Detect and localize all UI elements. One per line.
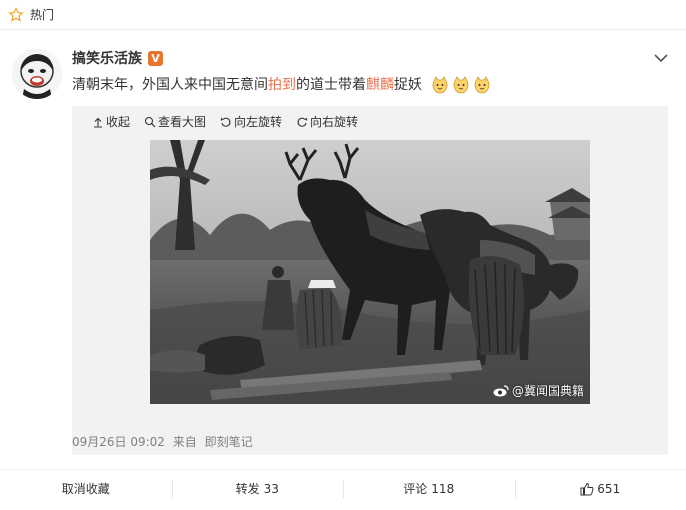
rotate-right-label: 向右旋转: [310, 115, 359, 129]
magnifier-icon: [144, 116, 156, 127]
arrow-up-icon: [94, 117, 102, 128]
post-card: 搞笑乐活族 V 清朝末年，外国人来中国无意间 拍到 的道士带着 麒麟 捉妖 收起…: [0, 31, 686, 469]
emoji-cat-icon: [453, 76, 469, 94]
emoji-cat-icon: [474, 76, 490, 94]
media-box: 收起 查看大图 向左旋转 向右旋转 @冀闻国典籍: [72, 106, 668, 455]
weibo-logo-icon: [493, 384, 509, 396]
hot-label: 热门: [30, 8, 55, 22]
photo-watermark: @冀闻国典籍: [493, 382, 584, 399]
weibo-page: 热门 搞笑乐活族 V 清朝末年，外国人来中国无意间 拍到 的道士带着 麒麟 捉妖…: [0, 0, 686, 510]
comment-label: 评论: [403, 482, 428, 496]
collapse-label: 收起: [106, 115, 131, 129]
uncollect-label: 取消收藏: [61, 482, 110, 496]
post-text: 清朝末年，外国人来中国无意间 拍到 的道士带着 麒麟 捉妖: [72, 73, 491, 97]
uncollect-button[interactable]: 取消收藏: [0, 470, 172, 507]
source-prefix: 来自: [172, 435, 197, 449]
like-count: 651: [597, 481, 621, 496]
chevron-down-icon[interactable]: [654, 53, 668, 63]
rotate-left-icon: [220, 117, 231, 127]
post-meta: 09月26日 09:02 来自 即刻笔记: [72, 433, 257, 450]
view-large-label: 查看大图: [158, 115, 207, 129]
author-name[interactable]: 搞笑乐活族: [72, 48, 142, 68]
thumbs-up-icon: [580, 482, 594, 495]
emoji-cat-icon: [432, 76, 448, 94]
rotate-left-button[interactable]: 向左旋转: [220, 113, 282, 130]
repost-button[interactable]: 转发 33: [171, 470, 344, 507]
comment-count: 118: [431, 481, 455, 496]
verified-badge-icon: V: [148, 50, 163, 66]
view-large-button[interactable]: 查看大图: [144, 113, 206, 130]
avatar[interactable]: [12, 49, 62, 99]
post-text-highlight[interactable]: 拍到: [268, 73, 296, 97]
action-bar: 取消收藏 转发 33 评论 118 651: [0, 469, 686, 507]
rotate-right-button[interactable]: 向右旋转: [296, 113, 358, 130]
repost-label: 转发: [235, 482, 260, 496]
post-source[interactable]: 即刻笔记: [205, 435, 253, 449]
rotate-left-label: 向左旋转: [234, 115, 283, 129]
rotate-right-icon: [297, 117, 308, 127]
author-row: 搞笑乐活族 V: [72, 48, 163, 68]
watermark-text: @冀闻国典籍: [511, 384, 584, 398]
repost-count: 33: [263, 481, 279, 496]
like-button[interactable]: 651: [514, 470, 686, 507]
comment-button[interactable]: 评论 118: [343, 470, 515, 507]
post-text-highlight[interactable]: 麒麟: [366, 73, 394, 97]
star-icon: [8, 6, 24, 22]
hot-header: 热门: [0, 0, 686, 30]
post-photo[interactable]: @冀闻国典籍: [150, 140, 590, 404]
post-text-part: 捉妖: [394, 77, 422, 93]
post-timestamp[interactable]: 09月26日 09:02: [72, 435, 165, 449]
media-toolbar: 收起 查看大图 向左旋转 向右旋转: [92, 113, 372, 130]
post-text-part: 清朝末年，外国人来中国无意间: [72, 77, 268, 93]
photo-illustration: [150, 140, 590, 404]
post-text-part: 的道士带着: [296, 77, 366, 93]
collapse-button[interactable]: 收起: [92, 113, 130, 130]
